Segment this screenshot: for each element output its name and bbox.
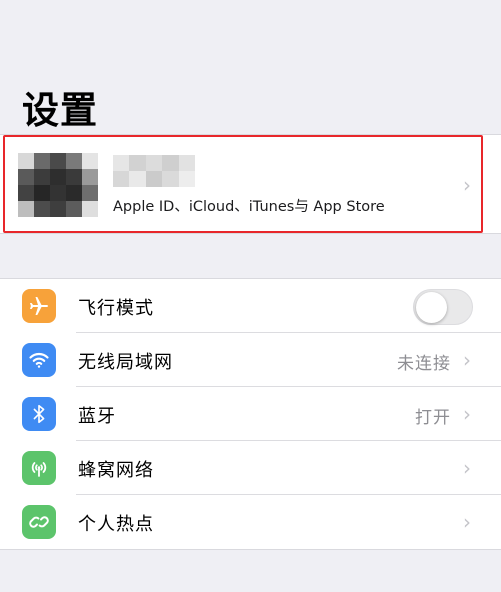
- row-label: 无线局域网: [78, 352, 173, 373]
- row-label: 蓝牙: [78, 406, 116, 427]
- row-value: 打开: [415, 408, 451, 428]
- cellular-icon: [22, 451, 56, 485]
- airplane-icon: [22, 289, 56, 323]
- bluetooth-icon: [22, 397, 56, 431]
- connectivity-settings-group: 飞行模式 无线局域网 未连接 › 蓝牙 打开 › 蜂窝网络 › 个人热点 ›: [0, 278, 501, 550]
- row-wifi[interactable]: 无线局域网 未连接 ›: [0, 333, 501, 387]
- row-bluetooth[interactable]: 蓝牙 打开 ›: [0, 387, 501, 441]
- hotspot-icon: [22, 505, 56, 539]
- row-airplane-mode[interactable]: 飞行模式: [0, 279, 501, 333]
- apple-id-profile-card[interactable]: Apple ID、iCloud、iTunes与 App Store ›: [0, 134, 501, 234]
- chevron-right-icon: ›: [463, 402, 471, 426]
- chevron-right-icon: ›: [463, 456, 471, 480]
- avatar: [18, 153, 98, 217]
- chevron-right-icon: ›: [463, 173, 471, 197]
- profile-subtitle: Apple ID、iCloud、iTunes与 App Store: [113, 199, 385, 215]
- chevron-right-icon: ›: [463, 510, 471, 534]
- row-cellular[interactable]: 蜂窝网络 ›: [0, 441, 501, 495]
- row-label: 个人热点: [78, 514, 154, 535]
- settings-screen: 设置 Apple ID、iCloud、iTunes与 App Store › 飞…: [0, 0, 501, 592]
- chevron-right-icon: ›: [463, 348, 471, 372]
- page-title: 设置: [22, 89, 98, 132]
- row-label: 飞行模式: [78, 298, 154, 319]
- row-personal-hotspot[interactable]: 个人热点 ›: [0, 495, 501, 549]
- toggle-knob: [416, 292, 447, 323]
- account-name-blurred: [113, 155, 195, 187]
- wifi-icon: [22, 343, 56, 377]
- airplane-mode-toggle[interactable]: [413, 289, 473, 325]
- row-value: 未连接: [397, 354, 451, 374]
- row-label: 蜂窝网络: [78, 460, 154, 481]
